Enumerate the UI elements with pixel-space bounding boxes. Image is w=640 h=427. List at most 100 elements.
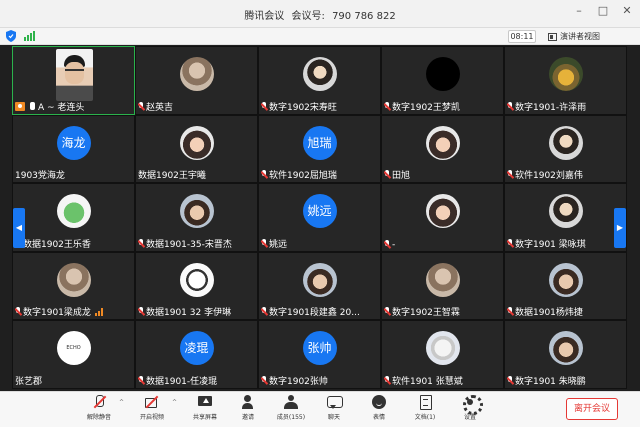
meeting-id-label: 会议号:: [291, 11, 325, 22]
mic-muted-icon: [261, 307, 267, 316]
avatar-initials: 姚远: [307, 204, 332, 219]
invite-button[interactable]: 邀请: [227, 395, 269, 427]
volume-icon: [94, 307, 103, 316]
participant-tile[interactable]: 赵英吉: [135, 46, 258, 115]
participant-tile[interactable]: 凌琨 数据1901-任凌琨: [135, 320, 258, 389]
participant-avatar: [548, 57, 583, 91]
participant-tile[interactable]: 数字1902宋寿旺: [258, 46, 381, 115]
maximize-icon[interactable]: □: [596, 4, 610, 18]
participant-tile[interactable]: 数字1901 梁咏琪: [504, 183, 627, 252]
participant-name-row: 软件1901 张慧斌: [384, 374, 501, 387]
participant-tile[interactable]: A ~ 老连头: [12, 46, 135, 115]
participant-tile[interactable]: ECHO 张艺郡: [12, 320, 135, 389]
participant-tile[interactable]: 数据1901 32 李伊琳: [135, 251, 258, 321]
chat-label: 聊天: [327, 414, 340, 421]
participant-name: 1903党海龙: [15, 171, 65, 182]
participant-name-row: 数字1902王智霖: [384, 305, 501, 318]
participant-tile[interactable]: 数据1902王乐香: [12, 183, 135, 252]
participant-name: 姚远: [269, 239, 288, 250]
leave-meeting-button[interactable]: 离开会议: [566, 398, 618, 420]
participant-tile[interactable]: 数字1902王梦凯: [381, 46, 504, 115]
mic-muted-icon: [15, 307, 21, 316]
mic-muted-icon: [261, 101, 267, 111]
participant-tile[interactable]: 数字1902王智霖: [381, 251, 504, 321]
speaker-view-button[interactable]: 演讲者视图: [548, 30, 600, 43]
participant-avatar: ECHO: [56, 331, 91, 366]
participant-tile[interactable]: 数字1901梁成龙: [12, 251, 135, 321]
participant-avatar: [425, 331, 460, 366]
participant-tile[interactable]: 海龙 1903党海龙: [12, 114, 135, 184]
title-bar: 腾讯会议 会议号: 790 786 822 – □ ✕: [0, 0, 640, 28]
minimize-icon[interactable]: –: [572, 4, 586, 18]
reactions-button[interactable]: 表情: [358, 395, 400, 427]
participant-avatar: 海龙: [56, 125, 91, 160]
participant-name: 数字1902王智霖: [392, 308, 460, 319]
participant-name: 数字1902张帅: [269, 376, 328, 387]
participant-name-row: 数据1902王乐香: [15, 237, 132, 250]
participant-avatar: [302, 57, 337, 91]
unmute-button[interactable]: 解除静音 ^: [78, 395, 124, 427]
participant-name-row: 数据1901-35-宋晋杰: [138, 237, 255, 250]
participant-name-row: 数字1901段建鑫 20...: [261, 305, 378, 318]
mic-muted-icon: [138, 307, 144, 316]
participant-tile[interactable]: 数字1901-许泽雨: [504, 46, 627, 115]
participant-name: 数据1901 32 李伊琳: [146, 308, 232, 319]
participant-tile[interactable]: 张帅 数字1902张帅: [258, 320, 381, 389]
participant-name-row: -: [384, 240, 501, 250]
participant-tile[interactable]: 软件1902刘嘉伟: [504, 114, 627, 184]
members-button[interactable]: 成员(155): [270, 395, 312, 427]
settings-button[interactable]: 设置: [449, 395, 491, 427]
participant-name-row: 数据1902王宇曦: [138, 168, 255, 181]
participant-tile[interactable]: 数字1901 朱晓鹏: [504, 320, 627, 389]
participant-tile[interactable]: 田旭: [381, 114, 504, 184]
participant-tile[interactable]: 软件1901 张慧斌: [381, 320, 504, 389]
close-icon[interactable]: ✕: [620, 4, 634, 18]
participant-name: 张艺郡: [15, 376, 43, 387]
start-video-button[interactable]: 开启视频 ^: [131, 395, 177, 427]
next-page-button[interactable]: ▶: [614, 208, 626, 248]
participant-tile[interactable]: 数据1901-35-宋晋杰: [135, 183, 258, 252]
participant-name-row: 软件1902屈旭瑞: [261, 168, 378, 181]
participant-tile[interactable]: 数据1902王宇曦: [135, 114, 258, 184]
mic-on-icon: [30, 102, 35, 111]
chat-button[interactable]: 聊天: [313, 395, 355, 427]
participant-name-row: 数据1901杨炜捷: [507, 305, 624, 318]
emoji-icon: [372, 395, 386, 409]
participant-avatar: [425, 125, 460, 160]
app-title: 腾讯会议: [244, 11, 285, 22]
prev-page-button[interactable]: ◀: [13, 208, 25, 248]
participant-tile[interactable]: -: [381, 183, 504, 252]
documents-button[interactable]: 文档(1): [404, 395, 446, 427]
shield-icon[interactable]: [6, 30, 16, 42]
mic-muted-icon: [92, 395, 106, 409]
participant-name-row: 数字1902宋寿旺: [261, 100, 378, 113]
participant-name-row: 软件1902刘嘉伟: [507, 168, 624, 181]
mic-muted-icon: [138, 375, 144, 385]
participant-name-row: 数字1902张帅: [261, 374, 378, 387]
avatar-initials: ECHO: [66, 345, 81, 352]
chevron-up-icon[interactable]: ^: [119, 399, 124, 406]
participant-name-row: 数字1901 朱晓鹏: [507, 374, 624, 387]
participant-name: 赵英吉: [146, 102, 174, 113]
participant-name-row: A ~ 老连头: [15, 100, 132, 113]
mic-muted-icon: [384, 307, 390, 316]
participant-tile[interactable]: 数字1901段建鑫 20...: [258, 251, 381, 321]
participant-tile[interactable]: 数据1901杨炜捷: [504, 251, 627, 321]
participant-name: 软件1902屈旭瑞: [269, 171, 337, 182]
participant-tile[interactable]: 姚远 姚远: [258, 183, 381, 252]
mic-muted-icon: [507, 375, 513, 385]
participant-name: 软件1901 张慧斌: [392, 376, 463, 387]
chevron-up-icon[interactable]: ^: [172, 399, 177, 406]
meeting-timer: 08:11: [508, 30, 536, 43]
participant-name: 数字1901-许泽雨: [515, 102, 587, 113]
participant-avatar: [302, 262, 337, 297]
members-label: 成员(155): [276, 414, 306, 421]
participant-tile[interactable]: 旭瑞 软件1902屈旭瑞: [258, 114, 381, 184]
mic-muted-icon: [507, 307, 513, 316]
meeting-id[interactable]: 790 786 822: [332, 11, 396, 22]
signal-strength-icon[interactable]: [24, 31, 35, 41]
participant-avatar: [56, 194, 91, 229]
share-screen-button[interactable]: 共享屏幕: [184, 395, 226, 427]
participant-avatar: [179, 194, 214, 229]
participant-name: 数字1901 梁咏琪: [515, 239, 586, 250]
